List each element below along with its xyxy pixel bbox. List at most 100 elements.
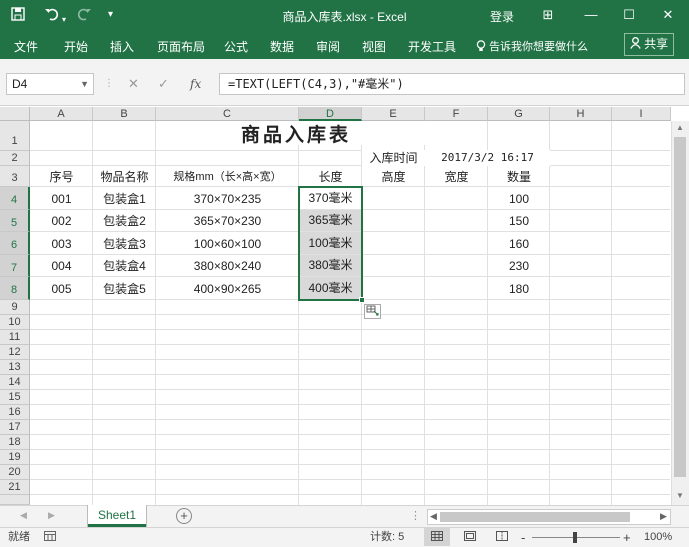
tab-home[interactable]: 开始 [64,38,88,55]
column-header-i[interactable]: I [612,107,671,121]
maximize-button[interactable]: ☐ [618,4,640,26]
header-cell-a3[interactable]: 序号 [30,167,93,187]
cancel-icon[interactable]: ✕ [128,73,139,95]
row-header-1[interactable]: 1 [0,121,30,151]
header-cell-e3[interactable]: 高度 [362,167,425,187]
tab-formulas[interactable]: 公式 [224,38,248,55]
tell-me-box[interactable]: 告诉我你想要做什么 [476,38,588,54]
row-header-10[interactable]: 10 [0,315,30,330]
row-header-8[interactable]: 8 [0,277,30,300]
header-cell-c3[interactable]: 规格mm（长×高×宽） [156,167,299,187]
row-header-3[interactable]: 3 [0,166,30,187]
cell-a8[interactable]: 005 [30,279,93,299]
cell-b7[interactable]: 包装盒4 [93,256,156,276]
horizontal-scroll-thumb[interactable] [440,512,630,522]
cell-a7[interactable]: 004 [30,256,93,276]
cell-g5[interactable]: 150 [488,211,550,231]
header-cell-g3[interactable]: 数量 [488,167,550,187]
prev-sheet-icon[interactable]: ◀ [20,510,27,521]
zoom-out-button[interactable]: - [521,528,525,547]
row-header-16[interactable]: 16 [0,405,30,420]
worksheet-grid[interactable]: A B C D E F G H I 1 2 3 4 5 6 7 8 9 10 1… [0,107,689,505]
cell-c6[interactable]: 100×60×100 [156,234,299,254]
header-cell-f3[interactable]: 宽度 [425,167,488,187]
quick-analysis-icon[interactable] [364,304,381,319]
cell-f2[interactable]: 2017/3/2 16:17 [425,150,550,166]
row-header-18[interactable]: 18 [0,435,30,450]
split-grip-icon[interactable]: ⋮ [410,509,421,522]
zoom-slider-thumb[interactable] [573,532,577,543]
column-header-b[interactable]: B [93,107,156,121]
cell-g7[interactable]: 230 [488,256,550,276]
tab-review[interactable]: 审阅 [316,38,340,55]
column-header-c[interactable]: C [156,107,299,121]
ribbon-display-options-icon[interactable]: ⊞ [537,4,559,26]
scroll-down-icon[interactable]: ▼ [676,491,684,500]
formula-input[interactable]: =TEXT(LEFT(C4,3),"#毫米") [219,73,685,95]
tab-developer[interactable]: 开发工具 [408,38,456,55]
page-layout-view-icon[interactable] [464,528,476,547]
cell-g4[interactable]: 100 [488,189,550,209]
cell-b5[interactable]: 包装盒2 [93,211,156,231]
row-header-21[interactable]: 21 [0,480,30,495]
row-header-14[interactable]: 14 [0,375,30,390]
cell-b6[interactable]: 包装盒3 [93,234,156,254]
insert-function-icon[interactable]: fx [190,73,201,95]
row-header-7[interactable]: 7 [0,255,30,277]
cell-c4[interactable]: 370×70×235 [156,189,299,209]
enter-icon[interactable]: ✓ [158,73,169,95]
cell-a6[interactable]: 003 [30,234,93,254]
header-cell-d3[interactable]: 长度 [299,167,362,187]
fill-handle[interactable] [359,297,365,303]
close-button[interactable]: ✕ [657,4,679,26]
cell-a5[interactable]: 002 [30,211,93,231]
scroll-right-icon[interactable]: ▶ [660,511,667,522]
cell-b4[interactable]: 包装盒1 [93,189,156,209]
cell-c5[interactable]: 365×70×230 [156,211,299,231]
row-header-2[interactable]: 2 [0,151,30,166]
name-box[interactable]: D4 ▼ [6,73,94,95]
zoom-in-button[interactable]: + [623,528,631,547]
column-header-f[interactable]: F [425,107,488,121]
cell-c7[interactable]: 380×80×240 [156,256,299,276]
row-header-20[interactable]: 20 [0,465,30,480]
login-link[interactable]: 登录 [490,8,514,25]
select-all-corner[interactable] [0,107,30,121]
header-cell-b3[interactable]: 物品名称 [93,167,156,187]
sheet-title-cell[interactable]: 商品入库表 [156,121,436,146]
cell-c8[interactable]: 400×90×265 [156,279,299,299]
column-header-g[interactable]: G [488,107,550,121]
cell-a4[interactable]: 001 [30,189,93,209]
sheet-tab-sheet1[interactable]: Sheet1 [88,505,146,527]
tab-insert[interactable]: 插入 [110,38,134,55]
cell-g6[interactable]: 160 [488,234,550,254]
normal-view-icon[interactable] [424,528,450,546]
row-header-4[interactable]: 4 [0,187,30,210]
row-header-19[interactable]: 19 [0,450,30,465]
row-header-12[interactable]: 12 [0,345,30,360]
cell-g8[interactable]: 180 [488,279,550,299]
minimize-button[interactable]: — [580,4,602,26]
next-sheet-icon[interactable]: ▶ [48,510,55,521]
macro-record-icon[interactable] [44,528,56,547]
scroll-up-icon[interactable]: ▲ [676,123,684,132]
page-break-view-icon[interactable] [496,528,508,547]
vertical-scroll-thumb[interactable] [674,137,686,477]
cell-b8[interactable]: 包装盒5 [93,279,156,299]
column-header-e[interactable]: E [362,107,425,121]
cell-e2[interactable]: 入库时间 [362,150,425,166]
row-header-9[interactable]: 9 [0,300,30,315]
column-header-h[interactable]: H [550,107,612,121]
chevron-down-icon[interactable]: ▼ [80,74,89,94]
zoom-level[interactable]: 100% [644,528,672,547]
row-header-6[interactable]: 6 [0,232,30,255]
row-header-22[interactable] [0,495,30,505]
column-header-d[interactable]: D [299,107,362,121]
add-sheet-button[interactable]: + [176,508,192,524]
tab-view[interactable]: 视图 [362,38,386,55]
tab-page-layout[interactable]: 页面布局 [157,38,205,55]
scroll-left-icon[interactable]: ◀ [430,511,437,522]
row-header-15[interactable]: 15 [0,390,30,405]
tab-data[interactable]: 数据 [270,38,294,55]
tab-file[interactable]: 文件 [14,38,38,55]
